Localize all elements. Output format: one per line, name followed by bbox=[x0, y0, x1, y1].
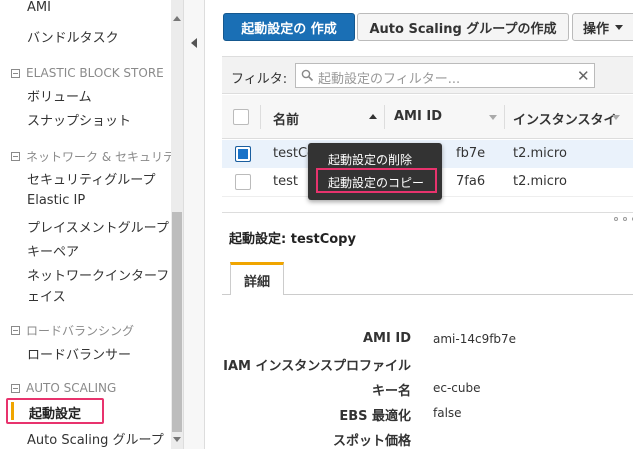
sidebar-item-bundle-tasks[interactable]: バンドルタスク bbox=[27, 27, 119, 46]
grip-dot-icon bbox=[623, 217, 627, 221]
row-checkbox[interactable] bbox=[235, 146, 251, 162]
row-checkbox[interactable] bbox=[235, 174, 251, 190]
context-menu: 起動設定の削除 起動設定のコピー bbox=[308, 143, 442, 200]
field-label-ami-id: AMI ID bbox=[363, 331, 411, 346]
scrollbar-thumb[interactable] bbox=[172, 212, 182, 432]
sidebar-section-auto-scaling[interactable]: AUTO SCALING bbox=[11, 381, 116, 395]
sidebar-section-load-balancing[interactable]: ロードバランシング bbox=[11, 322, 134, 339]
sidebar-item-ami[interactable]: AMI bbox=[27, 0, 51, 15]
sidebar-item-network-interfaces[interactable]: ネットワークインターフ bbox=[27, 265, 169, 284]
sidebar-item-volumes[interactable]: ボリューム bbox=[27, 86, 92, 105]
cell-name: test bbox=[273, 174, 298, 189]
collapse-icon bbox=[11, 68, 20, 78]
column-header-ami-id[interactable]: AMI ID bbox=[394, 109, 442, 124]
sidebar-section-ebs[interactable]: ELASTIC BLOCK STORE bbox=[11, 66, 164, 80]
sidebar-item-snapshots[interactable]: スナップショット bbox=[27, 110, 131, 129]
scroll-down-icon[interactable] bbox=[173, 437, 181, 442]
sidebar-section-label: AUTO SCALING bbox=[26, 381, 117, 395]
select-all-checkbox[interactable] bbox=[233, 109, 249, 125]
sidebar-item-load-balancers[interactable]: ロードバランサー bbox=[27, 344, 131, 363]
field-value-ebs-optimized: false bbox=[433, 406, 462, 420]
field-label-spot-price: スポット価格 bbox=[332, 434, 411, 449]
sidebar-item-key-pairs[interactable]: キーペア bbox=[27, 241, 79, 260]
sidebar-item-elastic-ip[interactable]: Elastic IP bbox=[27, 193, 85, 208]
chevron-down-icon bbox=[615, 24, 624, 30]
sidebar-section-label: ロードバランシング bbox=[26, 324, 135, 338]
sidebar-item-placement-groups[interactable]: プレイスメントグループ bbox=[27, 217, 169, 236]
column-header-instance-type[interactable]: インスタンスタイ bbox=[513, 109, 616, 128]
scroll-up-icon[interactable] bbox=[173, 16, 181, 21]
detail-title: 起動設定: testCopy bbox=[229, 232, 356, 247]
sidebar: AMI バンドルタスク ELASTIC BLOCK STORE ボリューム スナ… bbox=[0, 0, 171, 449]
create-launch-configuration-button[interactable]: 起動設定の 作成 bbox=[223, 13, 355, 41]
sort-icon[interactable] bbox=[489, 115, 497, 120]
collapse-icon bbox=[11, 383, 20, 393]
menu-item-delete-launch-configuration[interactable]: 起動設定の削除 bbox=[328, 151, 412, 168]
filter-label: フィルタ: bbox=[231, 72, 288, 87]
sidebar-item-network-interfaces-wrap[interactable]: ェイス bbox=[27, 286, 66, 305]
create-auto-scaling-group-button[interactable]: Auto Scaling グループの作成 bbox=[357, 13, 569, 41]
search-icon bbox=[301, 69, 314, 82]
collapse-icon bbox=[11, 326, 20, 335]
sidebar-item-security-groups[interactable]: セキュリティグループ bbox=[27, 169, 155, 188]
field-label-key-name: キー名 bbox=[371, 384, 411, 399]
chevron-left-icon bbox=[191, 38, 197, 48]
field-label-iam-profile: IAM インスタンスプロファイル bbox=[223, 359, 411, 374]
column-divider bbox=[384, 105, 385, 129]
cell-instance-type: t2.micro bbox=[513, 174, 567, 189]
grip-dot-icon bbox=[614, 217, 618, 221]
sidebar-section-label: ネットワーク & セキュリティ bbox=[26, 150, 171, 164]
table-header: 名前 AMI ID インスタンスタイ bbox=[222, 95, 633, 139]
sidebar-item-auto-scaling-groups[interactable]: Auto Scaling グループ bbox=[27, 429, 164, 448]
filter-bar: フィルタ: 起動設定のフィルター... ✕ bbox=[222, 56, 633, 94]
highlight-box bbox=[6, 398, 104, 424]
panel-resize-handle[interactable] bbox=[222, 212, 633, 221]
sort-ascending-icon[interactable] bbox=[369, 114, 377, 119]
sidebar-collapse-toggle[interactable] bbox=[183, 0, 205, 449]
main-panel: 起動設定の 作成 Auto Scaling グループの作成 操作 フィルタ: 起… bbox=[205, 0, 633, 449]
sidebar-section-network[interactable]: ネットワーク & セキュリティ bbox=[11, 148, 171, 165]
sidebar-section-label: ELASTIC BLOCK STORE bbox=[26, 66, 164, 80]
sort-icon[interactable] bbox=[612, 115, 620, 120]
detail-tabs: 詳細 bbox=[222, 262, 633, 295]
cell-ami-id: 7fa6 bbox=[456, 174, 486, 189]
close-icon[interactable]: ✕ bbox=[577, 67, 590, 85]
field-label-ebs-optimized: EBS 最適化 bbox=[339, 409, 411, 424]
tab-details[interactable]: 詳細 bbox=[230, 262, 284, 295]
column-header-name[interactable]: 名前 bbox=[273, 109, 299, 128]
column-divider bbox=[260, 105, 261, 129]
collapse-icon bbox=[11, 152, 20, 161]
field-value-key-name: ec-cube bbox=[433, 381, 481, 395]
actions-label: 操作 bbox=[583, 21, 610, 37]
highlight-box bbox=[316, 168, 437, 193]
filter-placeholder: 起動設定のフィルター... bbox=[318, 72, 461, 87]
actions-dropdown-button[interactable]: 操作 bbox=[572, 13, 633, 41]
cell-ami-id: fb7e bbox=[456, 146, 486, 161]
column-divider bbox=[504, 105, 505, 129]
sidebar-scrollbar[interactable] bbox=[171, 0, 183, 449]
cell-instance-type: t2.micro bbox=[513, 146, 567, 161]
filter-input[interactable]: 起動設定のフィルター... ✕ bbox=[295, 63, 595, 88]
field-value-ami-id: ami-14c9fb7e bbox=[433, 332, 517, 346]
